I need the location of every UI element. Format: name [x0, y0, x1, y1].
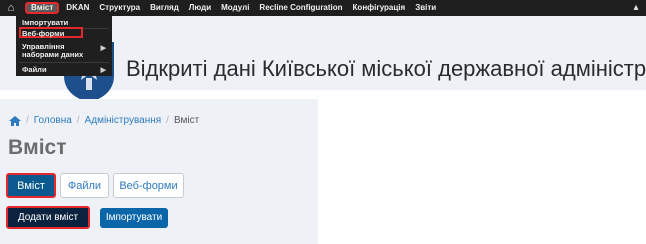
breadcrumb-separator: / [26, 115, 29, 126]
submenu-arrow-icon: ▶ [100, 45, 106, 52]
admin-toolbar: ⌂ Вміст DKAN Структура Вигляд Люди Модул… [0, 0, 646, 16]
submenu-arrow-icon: ▶ [100, 67, 106, 74]
dropdown-item-import[interactable]: Імпортувати [22, 19, 108, 27]
primary-tabs: Вміст Файли Веб-форми [6, 173, 188, 198]
page-title: Вміст [8, 136, 67, 159]
breadcrumb-current: Вміст [173, 115, 200, 126]
toolbar-item-configuration[interactable]: Конфігурація [348, 0, 411, 16]
tab-files[interactable]: Файли [60, 173, 109, 198]
home-icon[interactable] [9, 115, 21, 126]
content-dropdown-menu: Імпортувати Веб-форми Управління наборам… [16, 16, 112, 76]
site-name[interactable]: Відкриті дані Київської міської державно… [126, 56, 646, 82]
dropdown-item-files[interactable]: Файли [22, 66, 108, 74]
import-button[interactable]: Імпортувати [100, 207, 168, 228]
breadcrumb-home-link[interactable]: Головна [34, 115, 72, 126]
tab-content[interactable]: Вміст [6, 173, 56, 198]
home-icon[interactable]: ⌂ [3, 0, 19, 16]
breadcrumb-admin-link[interactable]: Адміністрування [85, 115, 162, 126]
tab-webforms[interactable]: Веб-форми [113, 173, 184, 198]
dropdown-divider [19, 62, 109, 63]
toolbar-item-modules[interactable]: Модулі [216, 0, 254, 16]
action-links: Додати вміст Імпортувати [6, 206, 168, 229]
dropdown-item-webforms[interactable]: Веб-форми [22, 30, 108, 38]
toolbar-item-people[interactable]: Люди [184, 0, 216, 16]
toolbar-item-reports[interactable]: Звіти [410, 0, 441, 16]
toolbar-item-appearance[interactable]: Вигляд [145, 0, 184, 16]
toolbar-item-structure[interactable]: Структура [94, 0, 145, 16]
toolbar-item-recline[interactable]: Recline Configuration [254, 0, 347, 16]
breadcrumb: / Головна / Адміністрування / Вміст [9, 115, 199, 126]
breadcrumb-separator: / [166, 115, 169, 126]
toolbar-toggle-icon[interactable]: ▴ [630, 2, 642, 14]
breadcrumb-separator: / [76, 115, 80, 126]
toolbar-item-content[interactable]: Вміст [25, 2, 60, 14]
dropdown-item-manage-datasets[interactable]: Управління наборами даних [22, 43, 92, 59]
toolbar-item-dkan[interactable]: DKAN [61, 0, 94, 16]
add-content-button[interactable]: Додати вміст [6, 206, 90, 229]
